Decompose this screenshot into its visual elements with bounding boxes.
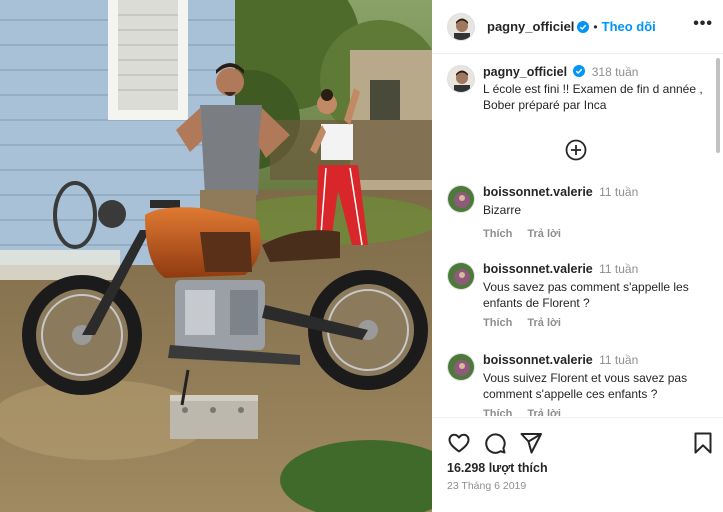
post-date[interactable]: 23 Tháng 6 2019 <box>447 480 526 492</box>
reply-button[interactable]: Trả lời <box>527 228 561 240</box>
avatar[interactable] <box>447 12 475 41</box>
heart-icon[interactable] <box>447 431 471 455</box>
verified-badge-icon <box>577 20 590 33</box>
comment-text: Vous savez pas comment s'appelle les enf… <box>483 280 689 310</box>
post-image <box>0 0 432 512</box>
post-header: pagny_officiel • Theo dõi ••• <box>432 0 723 54</box>
comment-text: Bizarre <box>483 203 522 217</box>
reply-button[interactable]: Trả lời <box>527 317 561 329</box>
like-comment-button[interactable]: Thích <box>483 317 512 329</box>
comment-age: 11 tuần <box>599 185 639 199</box>
avatar[interactable] <box>447 353 475 381</box>
like-comment-button[interactable]: Thích <box>483 408 512 416</box>
bookmark-icon[interactable] <box>691 431 715 455</box>
comment: boissonnet.valerie 11 tuần Vous suivez F… <box>447 353 709 416</box>
comment-username[interactable]: boissonnet.valerie <box>483 262 593 276</box>
like-comment-button[interactable]: Thích <box>483 228 512 240</box>
comment-text: Vous suivez Florent et vous savez pas co… <box>483 371 688 401</box>
avatar[interactable] <box>447 262 475 290</box>
comment-icon[interactable] <box>483 431 507 455</box>
comment-age: 11 tuần <box>599 262 639 276</box>
post-actions: 16.298 lượt thích 23 Tháng 6 2019 <box>432 417 723 512</box>
separator-dot: • <box>593 19 598 34</box>
caption-text: L école est fini !! Examen de fin d anné… <box>483 82 703 112</box>
like-count[interactable]: 16.298 lượt thích <box>447 461 548 475</box>
caption: pagny_officiel 318 tuần L école est fini… <box>447 65 709 113</box>
follow-button[interactable]: Theo dõi <box>602 19 656 34</box>
caption-username[interactable]: pagny_officiel <box>483 65 567 79</box>
comments-list: pagny_officiel 318 tuần L école est fini… <box>432 55 715 416</box>
reply-button[interactable]: Trả lời <box>527 408 561 416</box>
share-icon[interactable] <box>519 431 543 455</box>
load-more-comments-icon[interactable] <box>565 139 587 161</box>
comment-username[interactable]: boissonnet.valerie <box>483 185 593 199</box>
more-options-icon[interactable]: ••• <box>693 16 713 32</box>
comments-scrollbar[interactable] <box>716 58 720 153</box>
comment: boissonnet.valerie 11 tuần Vous savez pa… <box>447 262 709 329</box>
verified-badge-icon <box>573 65 586 77</box>
post-author-username[interactable]: pagny_officiel <box>487 19 574 34</box>
post-photo[interactable] <box>0 0 432 512</box>
avatar[interactable] <box>447 185 475 213</box>
caption-age: 318 tuần <box>591 65 639 79</box>
post-side-panel: pagny_officiel • Theo dõi ••• pagny_offi… <box>432 0 723 512</box>
comment: boissonnet.valerie 11 tuần Bizarre Thích… <box>447 185 709 240</box>
comment-age: 11 tuần <box>599 353 639 367</box>
comment-username[interactable]: boissonnet.valerie <box>483 353 593 367</box>
avatar[interactable] <box>447 65 475 93</box>
